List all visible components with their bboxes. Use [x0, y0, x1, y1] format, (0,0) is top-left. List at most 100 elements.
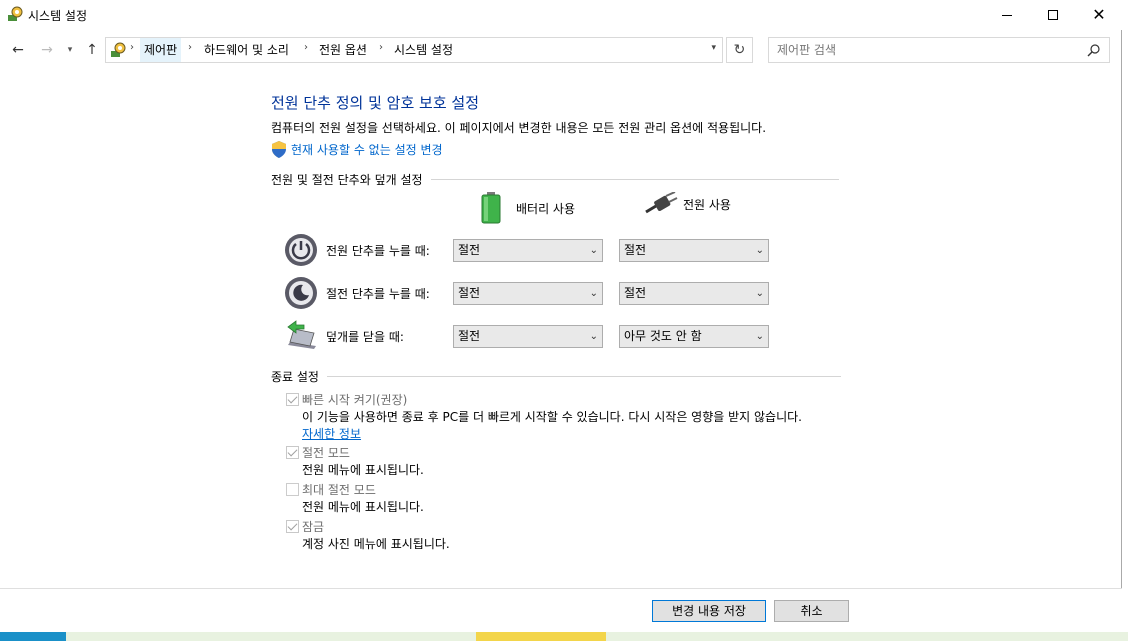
- sleep-checkbox[interactable]: [286, 446, 299, 459]
- sleep-button-plugged-select[interactable]: 절전 ⌄: [619, 282, 769, 305]
- select-value: 절전: [458, 329, 481, 343]
- column-label: 전원 사용: [683, 197, 731, 212]
- save-changes-button[interactable]: 변경 내용 저장: [652, 600, 766, 622]
- option-description: 전원 메뉴에 표시됩니다.: [302, 500, 424, 514]
- desktop-background: [1122, 0, 1128, 641]
- column-header-plugged: 전원 사용: [644, 192, 731, 216]
- change-unavailable-settings-link[interactable]: 현재 사용할 수 없는 설정 변경: [271, 140, 443, 158]
- refresh-button[interactable]: ↻: [726, 37, 753, 63]
- chevron-down-icon: ▾: [67, 45, 73, 55]
- uac-shield-icon: [272, 140, 286, 158]
- arrow-up-icon: ↑: [86, 42, 98, 58]
- window-title: 시스템 설정: [28, 9, 88, 23]
- chevron-right-icon[interactable]: ›: [304, 42, 308, 53]
- up-button[interactable]: ↑: [82, 40, 102, 60]
- row-label: 덮개를 닫을 때:: [326, 330, 404, 344]
- row-label: 전원 단추를 누를 때:: [326, 244, 430, 258]
- close-icon: ✕: [1092, 5, 1106, 24]
- page-description: 컴퓨터의 전원 설정을 선택하세요. 이 페이지에서 변경한 내용은 모든 전원…: [271, 121, 767, 135]
- column-header-battery: 배터리 사용: [480, 192, 575, 224]
- link-label[interactable]: 현재 사용할 수 없는 설정 변경: [291, 141, 443, 158]
- breadcrumb-item[interactable]: 전원 옵션: [315, 38, 371, 62]
- power-button-row: 전원 단추를 누를 때: 절전 ⌄ 절전 ⌄: [284, 233, 784, 267]
- desktop-strip: [0, 632, 66, 641]
- system-settings-window: 시스템 설정 ✕ ← → ▾ ↑ › 제어판 › 하드웨어 및 소리 › 전원 …: [0, 0, 1122, 632]
- power-button-icon: [285, 234, 317, 266]
- battery-icon: [481, 192, 501, 224]
- footer-bar: 변경 내용 저장 취소: [0, 588, 1122, 632]
- taskbar-background: [0, 632, 1128, 641]
- option-description: 이 기능을 사용하면 종료 후 PC를 더 빠르게 시작할 수 있습니다. 다시…: [302, 410, 802, 424]
- forward-button[interactable]: →: [37, 40, 57, 60]
- select-value: 절전: [624, 243, 647, 257]
- option-label: 최대 절전 모드: [302, 483, 376, 497]
- power-button-battery-select[interactable]: 절전 ⌄: [453, 239, 603, 262]
- chevron-down-icon: ⌄: [589, 245, 598, 256]
- maximize-button[interactable]: [1030, 0, 1076, 30]
- lid-close-battery-select[interactable]: 절전 ⌄: [453, 325, 603, 348]
- desktop-strip: [476, 632, 606, 641]
- lid-close-plugged-select[interactable]: 아무 것도 안 함 ⌄: [619, 325, 769, 348]
- control-panel-icon: [8, 6, 23, 21]
- section-title: 종료 설정: [271, 370, 319, 384]
- breadcrumb-item[interactable]: 시스템 설정: [390, 38, 457, 62]
- arrow-left-icon: ←: [12, 42, 24, 58]
- recent-locations-button[interactable]: ▾: [63, 40, 77, 60]
- breadcrumb-item[interactable]: 하드웨어 및 소리: [200, 38, 293, 62]
- chevron-right-icon[interactable]: ›: [379, 42, 383, 53]
- hibernate-checkbox[interactable]: [286, 483, 299, 496]
- option-label: 빠른 시작 켜기(권장): [302, 393, 408, 407]
- chevron-down-icon: ⌄: [755, 245, 764, 256]
- breadcrumb-item[interactable]: 제어판: [140, 38, 182, 62]
- chevron-down-icon: ⌄: [589, 331, 598, 342]
- sleep-button-icon: [285, 277, 317, 309]
- maximize-icon: [1048, 10, 1058, 20]
- navigation-bar: ← → ▾ ↑ › 제어판 › 하드웨어 및 소리 › 전원 옵션 › 시스템 …: [0, 34, 1122, 66]
- title-bar: 시스템 설정 ✕: [0, 0, 1122, 30]
- chevron-down-icon: ⌄: [755, 288, 764, 299]
- sleep-button-battery-select[interactable]: 절전 ⌄: [453, 282, 603, 305]
- select-value: 절전: [458, 286, 481, 300]
- section-title: 전원 및 절전 단추와 덮개 설정: [271, 173, 423, 187]
- page-title: 전원 단추 정의 및 암호 보호 설정: [271, 94, 480, 112]
- select-value: 절전: [624, 286, 647, 300]
- row-label: 절전 단추를 누를 때:: [326, 287, 430, 301]
- chevron-down-icon: ⌄: [589, 288, 598, 299]
- refresh-icon: ↻: [733, 42, 746, 58]
- chevron-down-icon: ⌄: [755, 331, 764, 342]
- laptop-lid-icon: [287, 320, 316, 349]
- address-bar[interactable]: › 제어판 › 하드웨어 및 소리 › 전원 옵션 › 시스템 설정 ▾: [105, 37, 723, 63]
- option-description: 전원 메뉴에 표시됩니다.: [302, 463, 424, 477]
- divider: [326, 376, 841, 377]
- lock-checkbox[interactable]: [286, 520, 299, 533]
- column-label: 배터리 사용: [516, 201, 576, 216]
- option-description: 계정 사진 메뉴에 표시됩니다.: [302, 537, 450, 551]
- chevron-right-icon[interactable]: ›: [188, 42, 192, 53]
- option-label: 잠금: [302, 520, 325, 534]
- select-value: 아무 것도 안 함: [624, 329, 702, 343]
- section-header-shutdown: 종료 설정: [271, 368, 841, 385]
- search-icon: [1087, 44, 1100, 57]
- lid-close-row: 덮개를 닫을 때: 절전 ⌄ 아무 것도 안 함 ⌄: [284, 319, 784, 353]
- chevron-right-icon: ›: [130, 42, 134, 53]
- cancel-button[interactable]: 취소: [774, 600, 849, 622]
- minimize-button[interactable]: [984, 0, 1030, 30]
- minimize-icon: [1002, 14, 1012, 16]
- fast-startup-checkbox[interactable]: [286, 393, 299, 406]
- select-value: 절전: [458, 243, 481, 257]
- close-button[interactable]: ✕: [1076, 0, 1122, 30]
- power-button-plugged-select[interactable]: 절전 ⌄: [619, 239, 769, 262]
- power-plug-icon: [645, 192, 678, 214]
- main-content: 전원 단추 정의 및 암호 보호 설정 컴퓨터의 전원 설정을 선택하세요. 이…: [0, 68, 1122, 588]
- option-label: 절전 모드: [302, 446, 350, 460]
- more-info-link[interactable]: 자세한 정보: [302, 425, 361, 442]
- search-input[interactable]: [777, 41, 1077, 59]
- back-button[interactable]: ←: [8, 40, 28, 60]
- search-box[interactable]: [768, 37, 1110, 63]
- chevron-down-icon[interactable]: ▾: [711, 43, 716, 53]
- control-panel-icon: [111, 42, 126, 57]
- arrow-right-icon: →: [41, 42, 53, 58]
- sleep-button-row: 절전 단추를 누를 때: 절전 ⌄ 절전 ⌄: [284, 276, 784, 310]
- section-header-power: 전원 및 절전 단추와 덮개 설정: [271, 171, 839, 188]
- divider: [430, 179, 839, 180]
